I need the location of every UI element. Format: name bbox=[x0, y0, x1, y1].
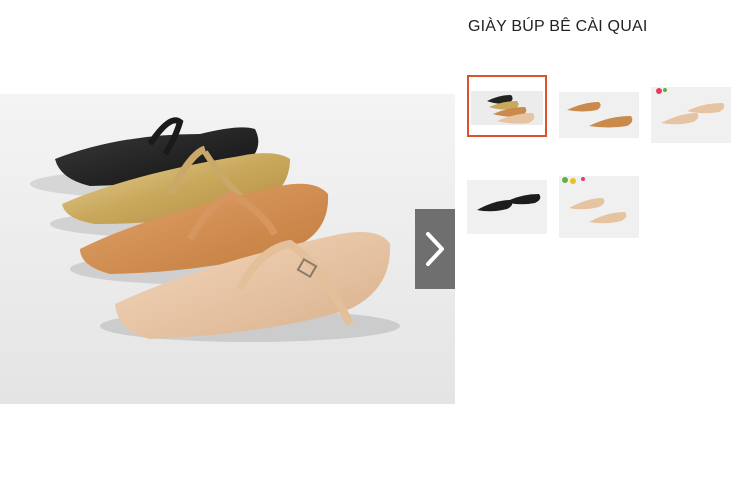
chevron-right-icon bbox=[426, 232, 444, 266]
next-image-button[interactable] bbox=[415, 209, 455, 289]
thumbnail-image bbox=[471, 91, 543, 125]
thumbnail-1[interactable] bbox=[467, 75, 547, 137]
thumbnail-4[interactable] bbox=[467, 180, 547, 234]
thumbnail-3[interactable] bbox=[651, 87, 731, 143]
thumbnail-image bbox=[651, 87, 731, 143]
thumbnail-image bbox=[559, 92, 639, 138]
product-title: GIÀY BÚP BÊ CÀI QUAI bbox=[468, 18, 648, 35]
thumbnail-5[interactable] bbox=[559, 176, 639, 238]
thumbnail-image bbox=[559, 176, 639, 238]
shoes-photo bbox=[0, 94, 455, 404]
thumbnail-2[interactable] bbox=[559, 92, 639, 138]
main-product-image bbox=[0, 94, 455, 404]
thumbnail-image bbox=[467, 180, 547, 234]
